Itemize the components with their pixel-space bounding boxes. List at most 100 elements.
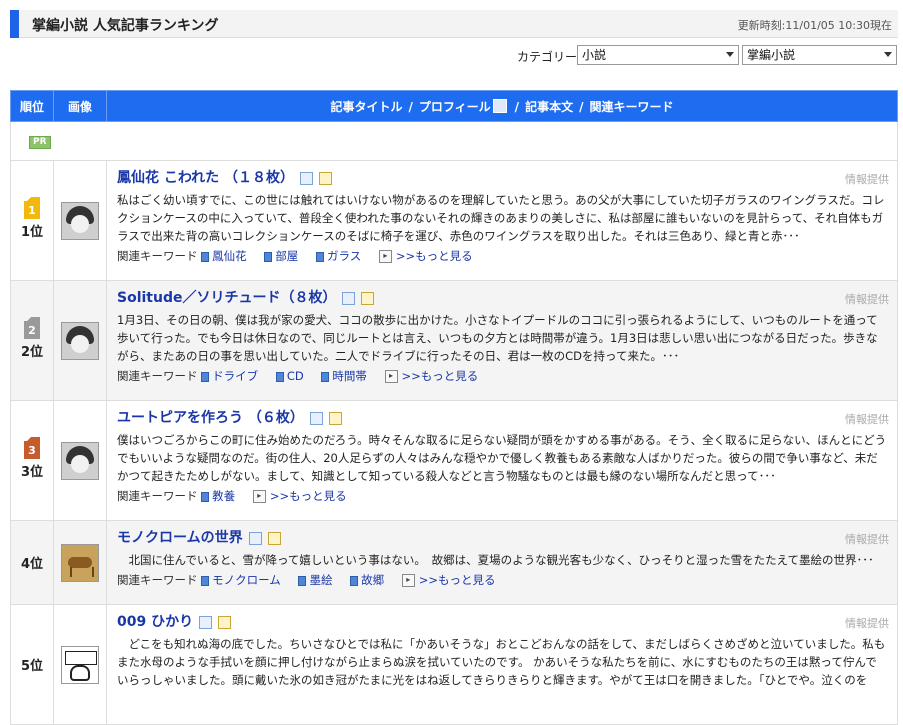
article-excerpt: 僕はいつごろからこの町に住み始めたのだろう。時々そんな取るに足らない疑問が頭をか… <box>117 433 887 483</box>
article-cell: 情報提供 鳳仙花 こわれた （１８枚） 私はごく幼い頃すでに、この世には触れては… <box>106 160 898 281</box>
article-cell: 情報提供 ユートピアを作ろう （６枚） 僕はいつごろからこの町に住み始めたのだろ… <box>106 400 898 521</box>
crown-number: 2 <box>28 324 36 337</box>
pr-badge[interactable]: PR <box>29 136 51 149</box>
category-select[interactable]: 小説 <box>577 45 739 65</box>
keyword-row: 関連キーワード モノクローム 墨絵 故郷 >>もっと見る <box>117 572 887 588</box>
rank-label: 4位 <box>20 557 44 572</box>
keyword-link[interactable]: 部屋 <box>264 249 298 263</box>
rank-cell: 3 3位 <box>10 400 54 521</box>
author-avatar[interactable] <box>61 201 99 240</box>
info-provider-link[interactable]: 情報提供 <box>845 411 889 427</box>
rank-label: 5位 <box>20 659 44 674</box>
keyword-label: 関連キーワード <box>117 573 198 587</box>
subcategory-select-value: 掌編小説 <box>747 48 796 62</box>
article-title-link[interactable]: 鳳仙花 こわれた （１８枚） <box>117 167 294 187</box>
profile-icon[interactable] <box>342 292 356 305</box>
table-row: 3 3位 情報提供 ユートピアを作ろう （６枚） 僕はいつごろからこの町に住み始… <box>10 400 898 521</box>
keyword-row: 関連キーワード ドライブ CD 時間帯 >>もっと見る <box>117 368 887 384</box>
category-filter: カテゴリー 小説 掌編小説 <box>0 45 898 67</box>
ranking-table: 順位 画像 記事タイトル / プロフィール / 記事本文 / 関連キーワード PR 1 1位… <box>10 90 898 725</box>
rank-label: 2位 <box>20 345 44 360</box>
article-title-link[interactable]: モノクロームの世界 <box>117 527 243 547</box>
keyword-link[interactable]: 鳳仙花 <box>201 249 247 263</box>
author-avatar[interactable] <box>61 543 99 582</box>
header-accent-bar <box>10 10 19 38</box>
pr-cell: PR <box>10 121 898 161</box>
table-header: 順位 画像 記事タイトル / プロフィール / 記事本文 / 関連キーワード <box>10 90 898 122</box>
header-separator: / <box>579 99 584 114</box>
more-link[interactable]: >>もっと見る <box>253 489 347 503</box>
rank-label: 1位 <box>20 225 44 240</box>
bookmark-star-icon[interactable] <box>361 292 375 305</box>
subcategory-select[interactable]: 掌編小説 <box>742 45 897 65</box>
info-provider-link[interactable]: 情報提供 <box>845 291 889 307</box>
rank-cell: 2 2位 <box>10 280 54 401</box>
header-separator: / <box>514 99 520 114</box>
profile-icon[interactable] <box>199 616 213 629</box>
crown-number: 1 <box>28 204 36 217</box>
keyword-link[interactable]: 時間帯 <box>321 369 367 383</box>
category-label: カテゴリー <box>517 50 578 64</box>
keyword-link[interactable]: 教養 <box>201 489 235 503</box>
category-select-value: 小説 <box>582 48 607 62</box>
bookmark-star-icon[interactable] <box>319 172 333 185</box>
keyword-row: 関連キーワード 鳳仙花 部屋 ガラス >>もっと見る <box>117 248 887 264</box>
image-cell <box>53 160 107 281</box>
header-separator: / <box>408 99 413 114</box>
page-title: 掌編小説 人気記事ランキング <box>32 18 219 34</box>
keyword-link[interactable]: CD <box>276 369 304 383</box>
image-cell <box>53 604 107 725</box>
bookmark-star-icon[interactable] <box>218 616 232 629</box>
more-link[interactable]: >>もっと見る <box>385 369 479 383</box>
bookmark-star-icon[interactable] <box>328 412 342 425</box>
keyword-link[interactable]: ガラス <box>316 249 361 263</box>
article-excerpt: どこをも知れぬ海の底でした。ちいさなひとでは私に「かあいそうな」おとこどおんなの… <box>117 637 886 687</box>
bookmark-star-icon[interactable] <box>267 532 281 545</box>
crown-number: 3 <box>28 444 36 457</box>
more-link[interactable]: >>もっと見る <box>379 249 473 263</box>
table-row: 4位 情報提供 モノクロームの世界 北国に住んでいると、雪が降って嬉しいという事… <box>10 520 898 605</box>
col-image: 画像 <box>53 90 107 122</box>
table-row: 1 1位 情報提供 鳳仙花 こわれた （１８枚） 私はごく幼い頃すでに、この世に… <box>10 160 898 281</box>
author-avatar[interactable] <box>61 645 99 684</box>
image-cell <box>53 400 107 521</box>
article-cell: 情報提供 Solitude／ソリチュード（８枚） 1月3日、その日の朝、僕は我が… <box>106 280 898 401</box>
author-avatar[interactable] <box>61 321 99 360</box>
keyword-label: 関連キーワード <box>117 249 198 263</box>
article-excerpt: 1月3日、その日の朝、僕は我が家の愛犬、ココの散歩に出かけた。小さなトイプードル… <box>117 313 878 363</box>
pr-row: PR <box>10 121 898 161</box>
crown-bronze-icon: 3 <box>24 437 40 459</box>
table-row: 5位 情報提供 009 ひかり どこをも知れぬ海の底でした。ちいさなひとでは私に… <box>10 604 898 725</box>
image-cell <box>53 280 107 401</box>
rank-cell: 1 1位 <box>10 160 54 281</box>
chevron-down-icon <box>726 52 734 57</box>
keyword-link[interactable]: 墨絵 <box>298 573 332 587</box>
crown-gold-icon: 1 <box>24 197 40 219</box>
page-header: 掌編小説 人気記事ランキング 更新時刻:11/01/05 10:30現在 <box>10 10 898 38</box>
article-cell: 情報提供 モノクロームの世界 北国に住んでいると、雪が降って嬉しいという事はない… <box>106 520 898 605</box>
col-main: 記事タイトル / プロフィール / 記事本文 / 関連キーワード <box>106 90 898 122</box>
more-link[interactable]: >>もっと見る <box>402 573 496 587</box>
chevron-down-icon <box>884 52 892 57</box>
profile-icon[interactable] <box>248 532 262 545</box>
keyword-link[interactable]: 故郷 <box>350 573 384 587</box>
keyword-link[interactable]: ドライブ <box>201 369 258 383</box>
crown-silver-icon: 2 <box>24 317 40 339</box>
article-title-link[interactable]: 009 ひかり <box>117 611 193 631</box>
article-title-link[interactable]: ユートピアを作ろう （６枚） <box>117 407 304 427</box>
article-excerpt: 北国に住んでいると、雪が降って嬉しいという事はない。 故郷は、夏場のような観光客… <box>117 553 874 567</box>
rank-cell: 4位 <box>10 520 54 605</box>
keyword-label: 関連キーワード <box>117 489 198 503</box>
author-avatar[interactable] <box>61 441 99 480</box>
keyword-label: 関連キーワード <box>117 369 198 383</box>
info-provider-link[interactable]: 情報提供 <box>845 531 889 547</box>
image-cell <box>53 520 107 605</box>
article-excerpt: 私はごく幼い頃すでに、この世には触れてはいけない物があるのを理解していたと思う。… <box>117 193 885 243</box>
rank-cell: 5位 <box>10 604 54 725</box>
profile-icon[interactable] <box>300 172 314 185</box>
keyword-link[interactable]: モノクローム <box>201 573 281 587</box>
article-title-link[interactable]: Solitude／ソリチュード（８枚） <box>117 287 336 307</box>
info-provider-link[interactable]: 情報提供 <box>845 171 889 187</box>
profile-icon[interactable] <box>309 412 323 425</box>
info-provider-link[interactable]: 情報提供 <box>845 615 889 631</box>
